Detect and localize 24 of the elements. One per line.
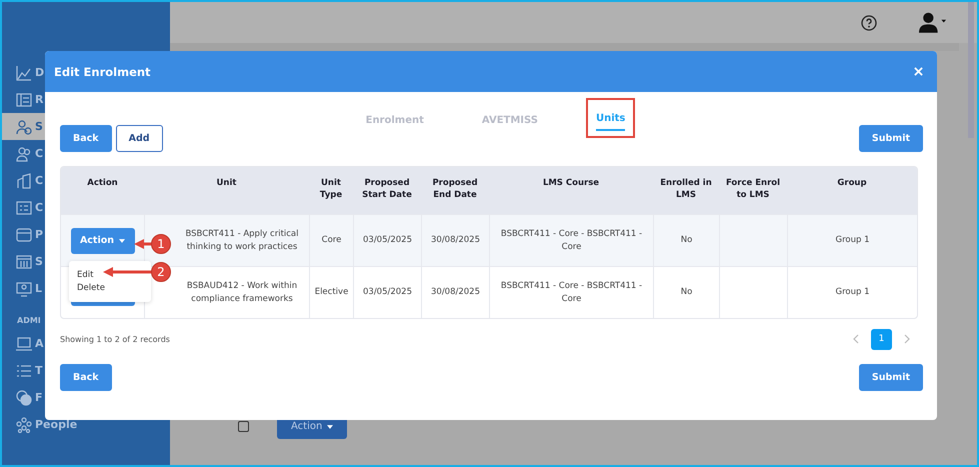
column-header: LMS Course	[542, 177, 600, 190]
column-header: Enrolled in LMS	[659, 177, 713, 202]
table-cell: Group 1	[787, 267, 917, 318]
table-cell: 03/05/2025	[353, 215, 421, 266]
table-cell: BSBCRT411 - Core - BSBCRT411 - Core	[489, 267, 653, 318]
table-cell: No	[653, 267, 719, 318]
dialog-title: Edit Enrolment	[54, 64, 151, 78]
table-cell: 30/08/2025	[421, 267, 489, 318]
table-cell: Group 1	[787, 215, 917, 266]
table-cell: 30/08/2025	[421, 215, 489, 266]
column-header: Action	[86, 177, 119, 190]
sidebar-heading: ADMI	[16, 314, 42, 326]
column-header: Proposed Start Date	[361, 177, 413, 202]
column-header: Force Enrol to LMS	[724, 177, 782, 202]
table-cell: No	[653, 215, 719, 266]
records-info: Showing 1 to 2 of 2 records	[60, 334, 170, 344]
table-cell: 03/05/2025	[353, 267, 421, 318]
column-header: Group	[836, 177, 868, 190]
table-cell: BSBCRT411 - Core - BSBCRT411 - Core	[489, 215, 653, 266]
column-header: Unit	[216, 177, 238, 190]
column-header: Unit Type	[318, 177, 344, 202]
table-cell: Core	[309, 215, 353, 266]
table-cell: Elective	[309, 267, 353, 318]
column-header: Proposed End Date	[431, 177, 479, 202]
